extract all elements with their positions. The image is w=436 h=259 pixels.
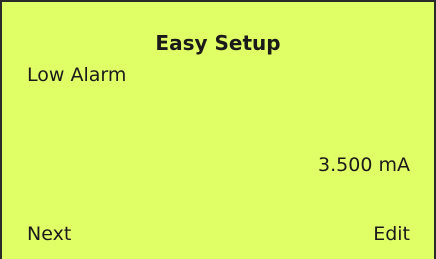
screen-title: Easy Setup <box>155 31 281 55</box>
lcd-display: Easy Setup Low Alarm 3.500 mA Next Edit <box>0 0 436 259</box>
next-softkey[interactable]: Next <box>27 221 71 247</box>
edit-softkey[interactable]: Edit <box>373 221 410 247</box>
parameter-label: Low Alarm <box>27 64 127 86</box>
parameter-value: 3.500 mA <box>318 154 410 176</box>
